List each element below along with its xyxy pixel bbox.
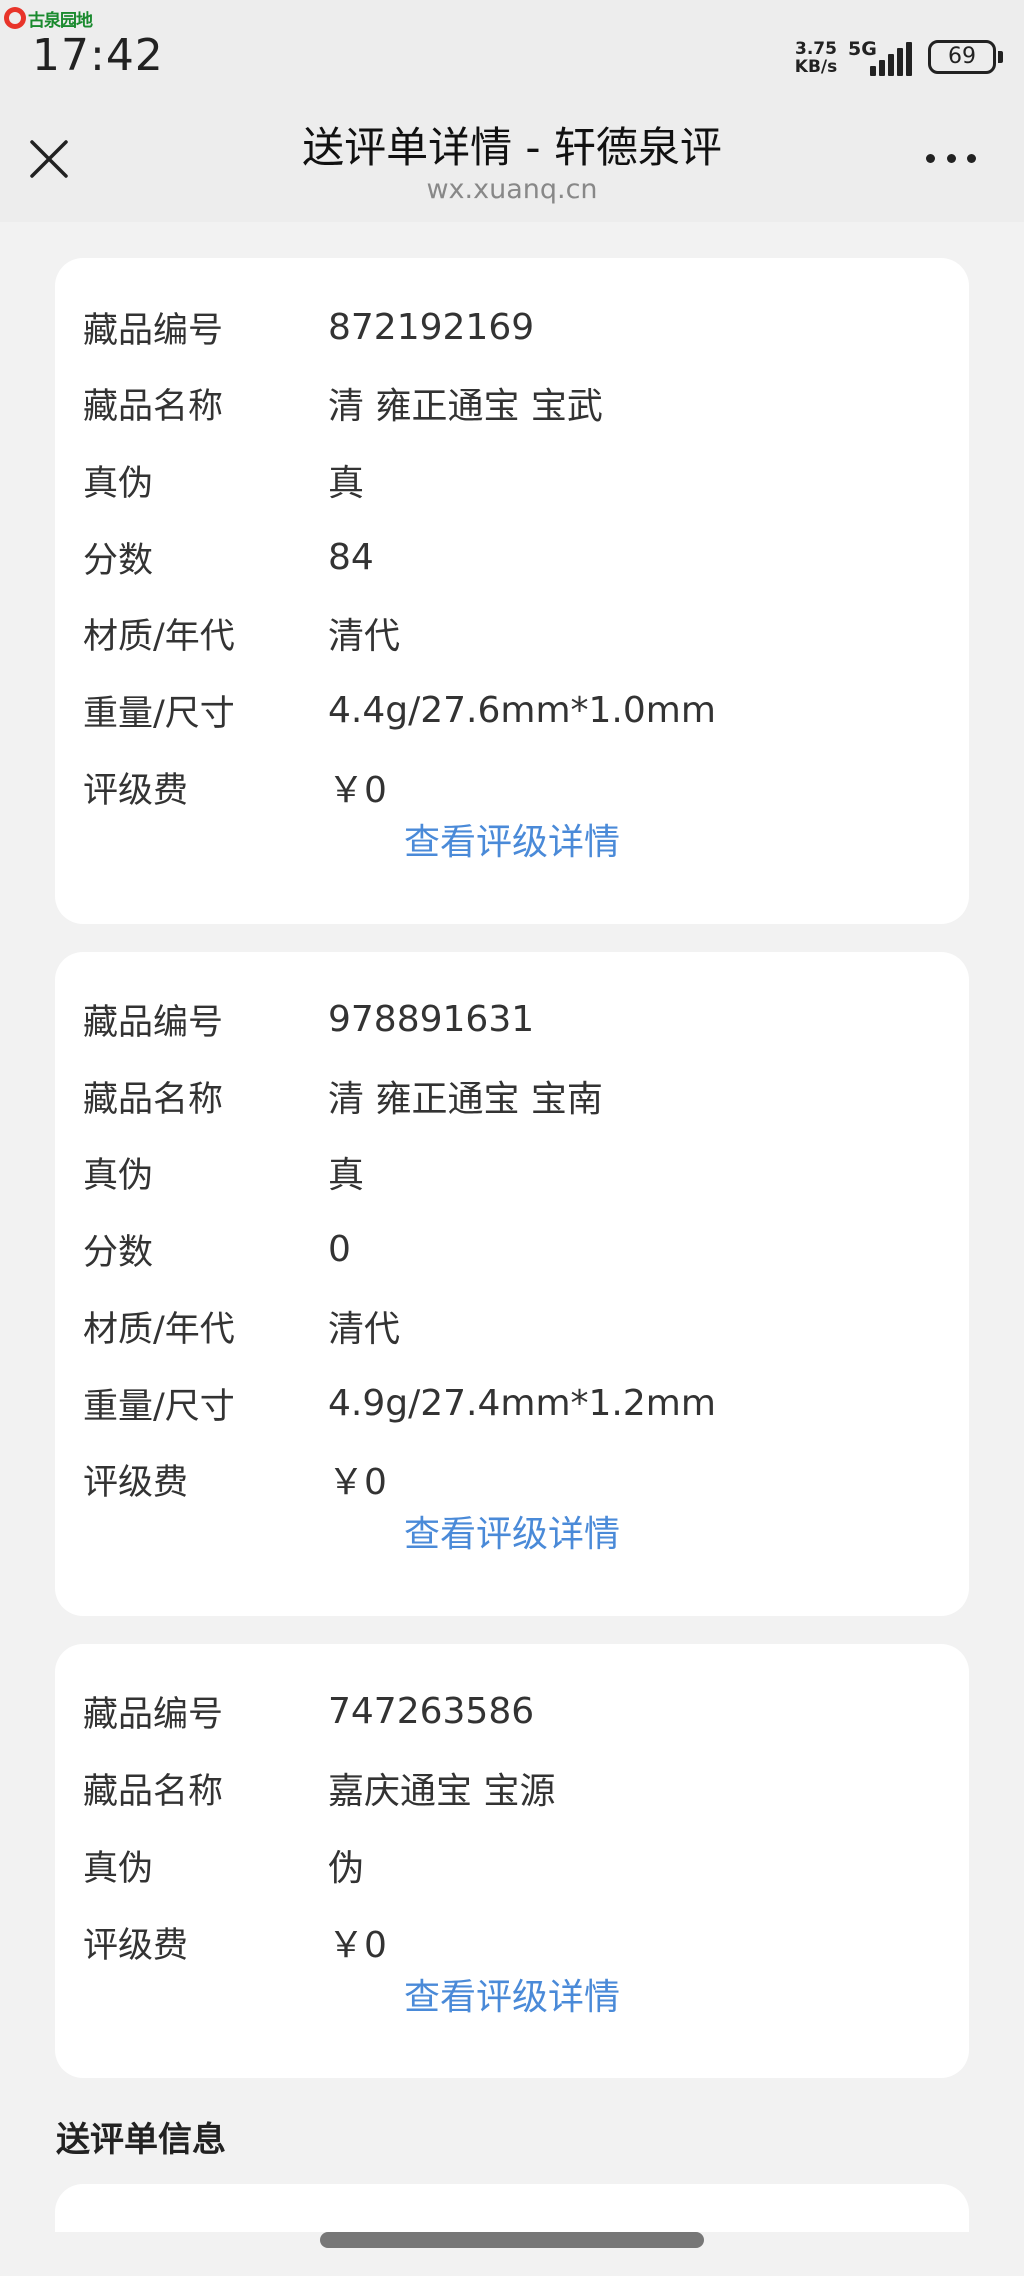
item-value: 872192169 xyxy=(328,306,535,348)
item-label: 藏品名称 xyxy=(83,386,224,427)
item-value: 747263586 xyxy=(328,1690,535,1732)
item-row: 重量/尺寸 4.9g/27.4mm*1.2mm xyxy=(83,1378,716,1428)
watermark-text: 古泉园地 xyxy=(28,10,93,31)
item-label: 藏品名称 xyxy=(83,1771,224,1812)
page-url: wx.xuanq.cn xyxy=(426,174,598,205)
item-row: 藏品名称 清 雍正通宝 宝南 xyxy=(83,1071,603,1121)
more-button[interactable] xyxy=(926,146,976,170)
item-row: 藏品编号 978891631 xyxy=(83,994,534,1044)
item-row: 材质/年代 清代 xyxy=(83,1301,400,1351)
item-value: 4.4g/27.6mm*1.0mm xyxy=(328,689,716,731)
item-label: 重量/尺寸 xyxy=(83,1386,235,1427)
item-value: 清代 xyxy=(328,616,401,657)
battery-level: 69 xyxy=(948,44,976,69)
item-value: 清 雍正通宝 宝南 xyxy=(328,1079,603,1120)
item-row: 重量/尺寸 4.4g/27.6mm*1.0mm xyxy=(83,685,716,735)
view-grading-detail-link[interactable]: 查看评级详情 xyxy=(55,1505,969,1557)
item-label: 真伪 xyxy=(83,463,154,504)
item-label: 材质/年代 xyxy=(83,616,235,657)
item-label: 真伪 xyxy=(83,1155,154,1196)
item-row: 藏品编号 872192169 xyxy=(83,302,534,352)
item-label: 藏品编号 xyxy=(83,310,224,351)
item-value: 清 雍正通宝 宝武 xyxy=(328,386,603,427)
battery-icon: 69 xyxy=(928,40,1003,74)
network-speed-value: 3.75 xyxy=(795,39,837,59)
item-row: 评级费 ￥0 xyxy=(83,762,387,812)
item-card: 藏品编号 978891631 藏品名称 清 雍正通宝 宝南 真伪 真 分数 0 … xyxy=(55,952,969,1616)
item-label: 藏品名称 xyxy=(83,1079,224,1120)
status-bar: 古泉园地 17:42 3.75 KB/s 5G 69 xyxy=(0,0,1024,96)
item-value: ￥0 xyxy=(328,1925,387,1966)
item-row: 藏品编号 747263586 xyxy=(83,1686,534,1736)
item-value: 真 xyxy=(328,463,365,504)
item-row: 评级费 ￥0 xyxy=(83,1454,387,1504)
item-value: 978891631 xyxy=(328,998,535,1040)
item-label: 重量/尺寸 xyxy=(83,693,235,734)
item-label: 评级费 xyxy=(83,1925,189,1966)
item-row: 真伪 真 xyxy=(83,1147,364,1197)
item-label: 真伪 xyxy=(83,1848,154,1889)
network-speed: 3.75 KB/s xyxy=(790,40,842,76)
item-card: 藏品编号 872192169 藏品名称 清 雍正通宝 宝武 真伪 真 分数 84… xyxy=(55,258,969,924)
item-value: 嘉庆通宝 宝源 xyxy=(328,1771,556,1812)
item-value: 0 xyxy=(328,1228,351,1270)
network-speed-unit: KB/s xyxy=(794,57,838,77)
status-time: 17:42 xyxy=(32,30,164,81)
item-row: 分数 84 xyxy=(83,532,374,582)
item-row: 分数 0 xyxy=(83,1224,351,1274)
nav-bar: 送评单详情 - 轩德泉评 wx.xuanq.cn xyxy=(0,96,1024,222)
home-indicator[interactable] xyxy=(320,2232,704,2248)
item-label: 藏品编号 xyxy=(83,1002,224,1043)
item-value: 84 xyxy=(328,536,374,578)
signal-icon xyxy=(870,36,918,76)
item-value: 4.9g/27.4mm*1.2mm xyxy=(328,1382,716,1424)
item-value: 真 xyxy=(328,1155,365,1196)
item-row: 藏品名称 清 雍正通宝 宝武 xyxy=(83,378,603,428)
item-label: 材质/年代 xyxy=(83,1309,235,1350)
order-info-card xyxy=(55,2184,969,2232)
page-title: 送评单详情 - 轩德泉评 xyxy=(302,123,722,172)
content-area[interactable]: 藏品编号 872192169 藏品名称 清 雍正通宝 宝武 真伪 真 分数 84… xyxy=(0,222,1024,2232)
item-value: 清代 xyxy=(328,1309,401,1350)
item-label: 藏品编号 xyxy=(83,1694,224,1735)
more-icon xyxy=(926,153,935,163)
item-value: ￥0 xyxy=(328,1462,387,1503)
item-label: 分数 xyxy=(83,1232,154,1273)
item-value: 伪 xyxy=(328,1848,365,1889)
watermark-logo-icon xyxy=(4,7,26,29)
item-row: 真伪 伪 xyxy=(83,1840,364,1890)
view-grading-detail-link[interactable]: 查看评级详情 xyxy=(55,1968,969,2020)
item-label: 评级费 xyxy=(83,1462,189,1503)
item-card: 藏品编号 747263586 藏品名称 嘉庆通宝 宝源 真伪 伪 评级费 ￥0 … xyxy=(55,1644,969,2078)
view-grading-detail-link[interactable]: 查看评级详情 xyxy=(55,813,969,865)
item-label: 评级费 xyxy=(83,770,189,811)
section-title: 送评单信息 xyxy=(56,2120,226,2160)
item-row: 评级费 ￥0 xyxy=(83,1917,387,1967)
item-row: 材质/年代 清代 xyxy=(83,608,400,658)
item-row: 真伪 真 xyxy=(83,455,364,505)
item-row: 藏品名称 嘉庆通宝 宝源 xyxy=(83,1763,555,1813)
item-value: ￥0 xyxy=(328,770,387,811)
watermark: 古泉园地 xyxy=(4,6,93,31)
item-label: 分数 xyxy=(83,540,154,581)
